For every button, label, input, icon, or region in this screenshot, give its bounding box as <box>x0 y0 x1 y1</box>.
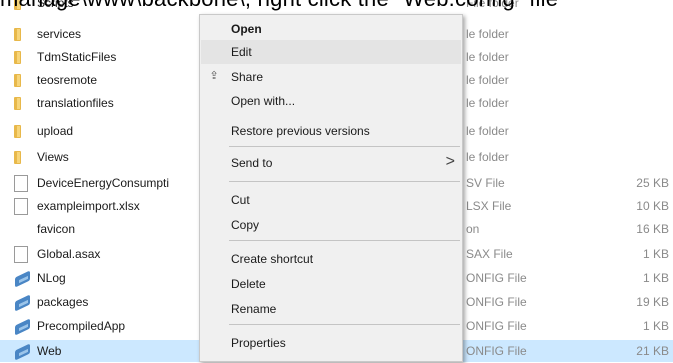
folder-icon <box>14 26 30 42</box>
file-size: 25 KB <box>636 176 669 190</box>
file-type: le folder <box>466 124 509 138</box>
file-name: translationfiles <box>37 96 114 110</box>
file-size: 16 KB <box>636 222 669 236</box>
file-size: 21 KB <box>636 344 669 358</box>
menu-item-label: Copy <box>231 218 260 232</box>
menu-item-create-shortcut[interactable]: Create shortcut <box>201 247 461 271</box>
file-size: 19 KB <box>636 295 669 309</box>
menu-item-label: Create shortcut <box>231 252 314 266</box>
folder-icon <box>14 49 30 65</box>
file-type: le folder <box>466 27 509 41</box>
menu-item-label: Properties <box>231 336 286 350</box>
file-name: upload <box>37 124 74 138</box>
folder-icon <box>14 123 30 139</box>
menu-item-open-with[interactable]: Open with... <box>201 89 461 113</box>
file-name: Web <box>37 344 62 358</box>
file-type: LSX File <box>466 199 512 213</box>
file-type: ONFIG File <box>466 295 527 309</box>
config-file-icon <box>14 294 30 310</box>
menu-item-rename[interactable]: Rename <box>201 297 461 321</box>
menu-item-label: Open <box>231 22 262 36</box>
file-size: 1 KB <box>642 247 669 261</box>
menu-separator <box>229 181 460 182</box>
menu-item-cut[interactable]: Cut <box>201 188 461 212</box>
menu-item-copy[interactable]: Copy <box>201 213 461 237</box>
menu-item-label: Send to <box>231 156 273 170</box>
menu-item-label: Share <box>231 70 264 84</box>
menu-item-label: Open with... <box>231 94 296 108</box>
file-type: le folder <box>466 73 509 87</box>
file-name: packages <box>37 295 89 309</box>
menu-item-label: Cut <box>231 193 250 207</box>
menu-item-share[interactable]: ⇪ Share <box>201 65 461 89</box>
share-icon: ⇪ <box>209 70 219 82</box>
chevron-right-icon: > <box>445 153 455 170</box>
file-type: SV File <box>466 176 505 190</box>
menu-item-label: Edit <box>231 45 252 59</box>
file-name: services <box>37 27 82 41</box>
menu-item-open[interactable]: Open <box>201 17 461 41</box>
file-name: Global.asax <box>37 247 101 261</box>
file-name: Views <box>37 150 69 164</box>
menu-item-restore-previous-versions[interactable]: Restore previous versions <box>201 119 461 143</box>
file-type: SAX File <box>466 247 513 261</box>
folder-icon <box>14 72 30 88</box>
config-file-icon <box>14 343 30 359</box>
menu-separator <box>229 324 460 325</box>
file-icon <box>14 246 28 263</box>
menu-item-label: Delete <box>231 277 266 291</box>
file-icon <box>14 175 28 192</box>
file-icon <box>14 198 28 215</box>
file-name: TdmStaticFiles <box>37 50 117 64</box>
config-file-icon <box>14 270 30 286</box>
file-type: ONFIG File <box>466 344 527 358</box>
menu-item-label: Rename <box>231 302 277 316</box>
instruction-banner: manage\www\backbone\, right click the "W… <box>0 0 673 11</box>
file-type: ONFIG File <box>466 319 527 333</box>
file-name: NLog <box>37 271 66 285</box>
config-file-icon <box>14 318 30 334</box>
menu-item-label: Restore previous versions <box>231 124 370 138</box>
file-name: teosremote <box>37 73 98 87</box>
folder-icon <box>14 95 30 111</box>
context-menu: Open Edit ⇪ Share Open with... Restore p… <box>199 14 463 362</box>
file-type: le folder <box>466 50 509 64</box>
file-name: exampleimport.xlsx <box>37 199 140 213</box>
menu-item-delete[interactable]: Delete <box>201 272 461 296</box>
file-type: ONFIG File <box>466 271 527 285</box>
menu-item-send-to[interactable]: Send to > <box>201 151 461 175</box>
menu-item-edit[interactable]: Edit <box>201 40 461 64</box>
file-size: 1 KB <box>642 271 669 285</box>
file-type: le folder <box>466 150 509 164</box>
file-size: 10 KB <box>636 199 669 213</box>
file-type: on <box>466 222 480 236</box>
menu-item-properties[interactable]: Properties <box>201 331 461 355</box>
menu-separator <box>229 240 460 241</box>
file-size: 1 KB <box>642 319 669 333</box>
folder-icon <box>14 149 30 165</box>
file-type: le folder <box>466 96 509 110</box>
file-name: favicon <box>37 222 76 236</box>
menu-separator <box>229 146 460 147</box>
file-name: PrecompiledApp <box>37 319 126 333</box>
file-name: DeviceEnergyConsumpti <box>37 176 170 190</box>
